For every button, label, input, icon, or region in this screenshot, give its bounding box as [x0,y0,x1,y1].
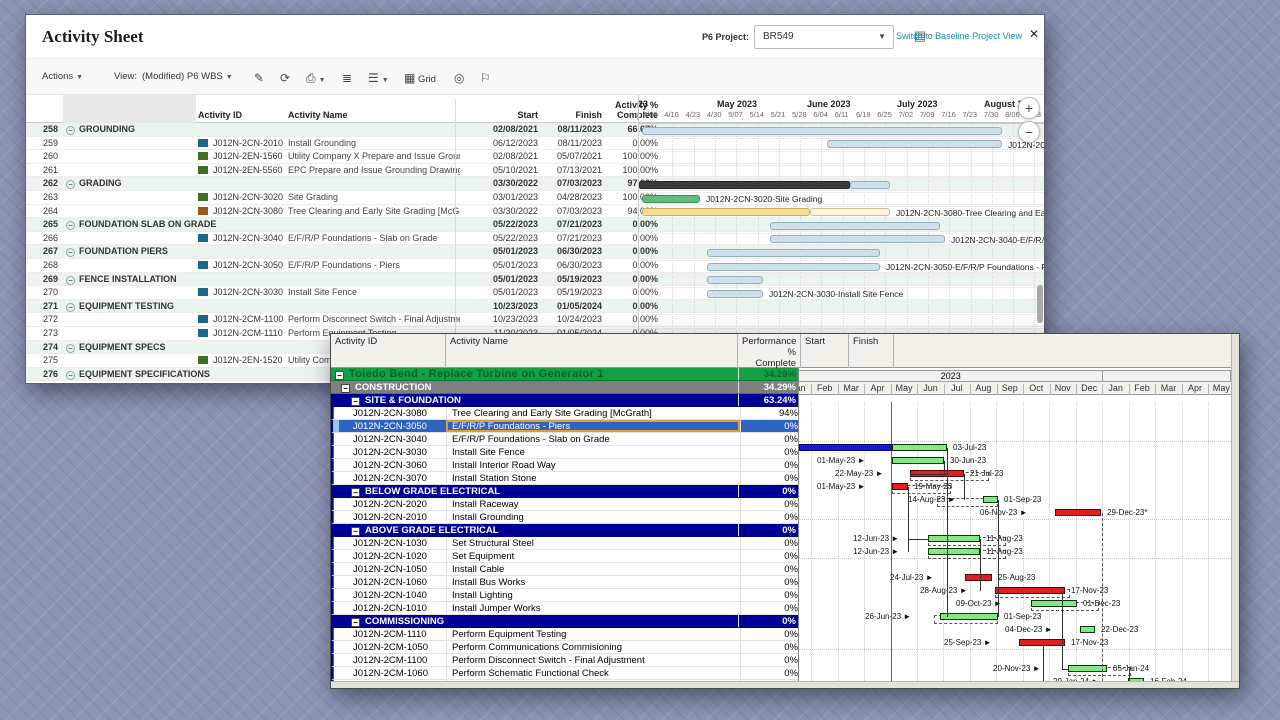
col-header[interactable]: Activity ID [331,334,446,368]
chevron-down-icon[interactable]: ▼ [878,32,886,41]
gantt-bar[interactable] [707,263,880,271]
collapse-icon[interactable]: − [335,371,344,380]
gantt-bar[interactable] [827,140,1002,148]
gantt-bar[interactable] [965,574,992,581]
gantt-bar[interactable] [940,613,998,620]
gantt-bar[interactable] [850,181,890,189]
p6-project-select[interactable]: BR549 [754,25,894,49]
vertical-scrollbar[interactable] [1037,285,1043,323]
gantt-bar[interactable] [810,208,890,216]
collapse-icon[interactable]: − [351,527,360,536]
collapse-icon[interactable]: − [66,248,75,257]
gantt-bar[interactable] [707,290,763,298]
activity-color-swatch [198,207,208,215]
page-title: Activity Sheet [42,27,144,47]
activity-color-swatch [198,166,208,174]
view-label: View: [114,71,137,82]
p6-table-body: −Toledo Bend - Replace Turbine on Genera… [331,368,1231,681]
zoom-in-button[interactable]: + [1018,97,1040,119]
gantt-bar[interactable] [642,127,1002,135]
collapse-icon[interactable]: − [66,371,75,380]
grid-icon[interactable]: ▦ Grid [404,71,436,85]
col-activity-name[interactable]: Activity Name [288,99,448,123]
activity-color-swatch [198,383,208,384]
col-start[interactable]: Start [460,99,538,123]
gantt-bar[interactable] [892,457,944,464]
collapse-icon[interactable]: − [66,276,75,285]
activity-color-swatch [198,288,208,296]
gantt-bar[interactable] [799,444,892,451]
gantt-bar[interactable] [707,276,763,284]
gantt-bar[interactable] [1080,626,1095,633]
activity-color-swatch [198,261,208,269]
activity-color-swatch [198,193,208,201]
activity-sheet-window: Activity Sheet P6 Project: BR549 ▼ ▤ Swi… [25,14,1045,384]
collapse-icon[interactable]: − [66,221,75,230]
collapse-icon[interactable]: − [66,126,75,135]
gantt-bar[interactable] [1019,639,1065,646]
print-icon[interactable]: ⎙▼ [306,71,326,86]
activity-color-swatch [198,152,208,160]
collapse-icon[interactable]: − [66,180,75,189]
gantt-pane-bottom: 2023 JanFebMarAprMayJunJulAugSepOctNovDe… [798,368,1231,681]
col-header[interactable]: Activity Name [446,334,738,368]
view-select[interactable]: (Modified) P6 WBS▼ [142,71,233,82]
collapse-icon[interactable]: − [351,618,360,627]
filter-rows-icon[interactable]: ≣ [342,71,352,85]
close-icon[interactable]: ✕ [1029,27,1039,41]
p6-project-label: P6 Project: [702,32,749,42]
collapse-icon[interactable]: − [66,344,75,353]
hierarchy-column-header[interactable] [63,95,196,123]
activity-sheet-titlebar: Activity Sheet P6 Project: BR549 ▼ ▤ Swi… [26,15,1044,59]
gantt-bar[interactable] [639,181,850,189]
menu-icon[interactable]: ☰▼ [368,71,389,85]
gantt-bar[interactable] [928,535,980,542]
activity-color-swatch [198,234,208,242]
gantt-bar[interactable] [892,444,947,451]
gantt-year-band: 2023 [799,370,1231,382]
p6-professional-window: Activity IDActivity NamePerformance % Co… [330,333,1240,689]
collapse-icon[interactable]: − [351,397,360,406]
col-header[interactable]: Start [801,334,849,368]
horizontal-scrollbar[interactable] [331,681,1239,688]
gantt-bar[interactable] [928,548,980,555]
col-activity-id[interactable]: Activity ID [198,99,298,123]
gantt-bar[interactable] [995,587,1065,594]
activity-color-swatch [198,329,208,337]
toolbar: Actions▼ View: (Modified) P6 WBS▼ ✎ ⟳ ⎙▼ ≣ ☰… [26,59,1044,95]
gantt-bar[interactable] [983,496,998,503]
col-finish[interactable]: Finish [542,99,602,123]
actions-menu[interactable]: Actions▼ [42,71,83,82]
gantt-month-band: JanFebMarAprMayJunJulAugSepOctNovDecJanF… [799,382,1231,395]
vertical-scrollbar[interactable] [1231,334,1239,688]
col-header[interactable]: Performance % Complete [738,334,801,368]
switch-baseline-link[interactable]: Switch to Baseline Project View [896,31,1022,41]
activity-color-swatch [198,315,208,323]
gantt-bar[interactable] [642,208,810,216]
activity-color-swatch [198,356,208,364]
gantt-bar[interactable] [642,195,700,203]
gantt-bar[interactable] [770,222,940,230]
collapse-icon[interactable]: − [351,488,360,497]
edit-icon[interactable]: ✎ [254,71,264,85]
col-header[interactable]: Finish [849,334,894,368]
gantt-bar[interactable] [1055,509,1101,516]
flag-icon[interactable]: ⚐ [480,71,491,85]
collapse-icon[interactable]: − [341,384,350,393]
gantt-bar[interactable] [707,249,880,257]
refresh-icon[interactable]: ⟳ [280,71,290,85]
collapse-icon[interactable]: − [66,303,75,312]
gantt-bar[interactable] [892,483,908,490]
gantt-bar[interactable] [770,235,945,243]
gantt-bar[interactable] [1031,600,1077,607]
zoom-out-button[interactable]: − [1018,121,1040,143]
target-icon[interactable]: ◎ [454,71,464,85]
p6-table-header: Activity IDActivity NamePerformance % Co… [331,334,1239,368]
activity-color-swatch [198,139,208,147]
